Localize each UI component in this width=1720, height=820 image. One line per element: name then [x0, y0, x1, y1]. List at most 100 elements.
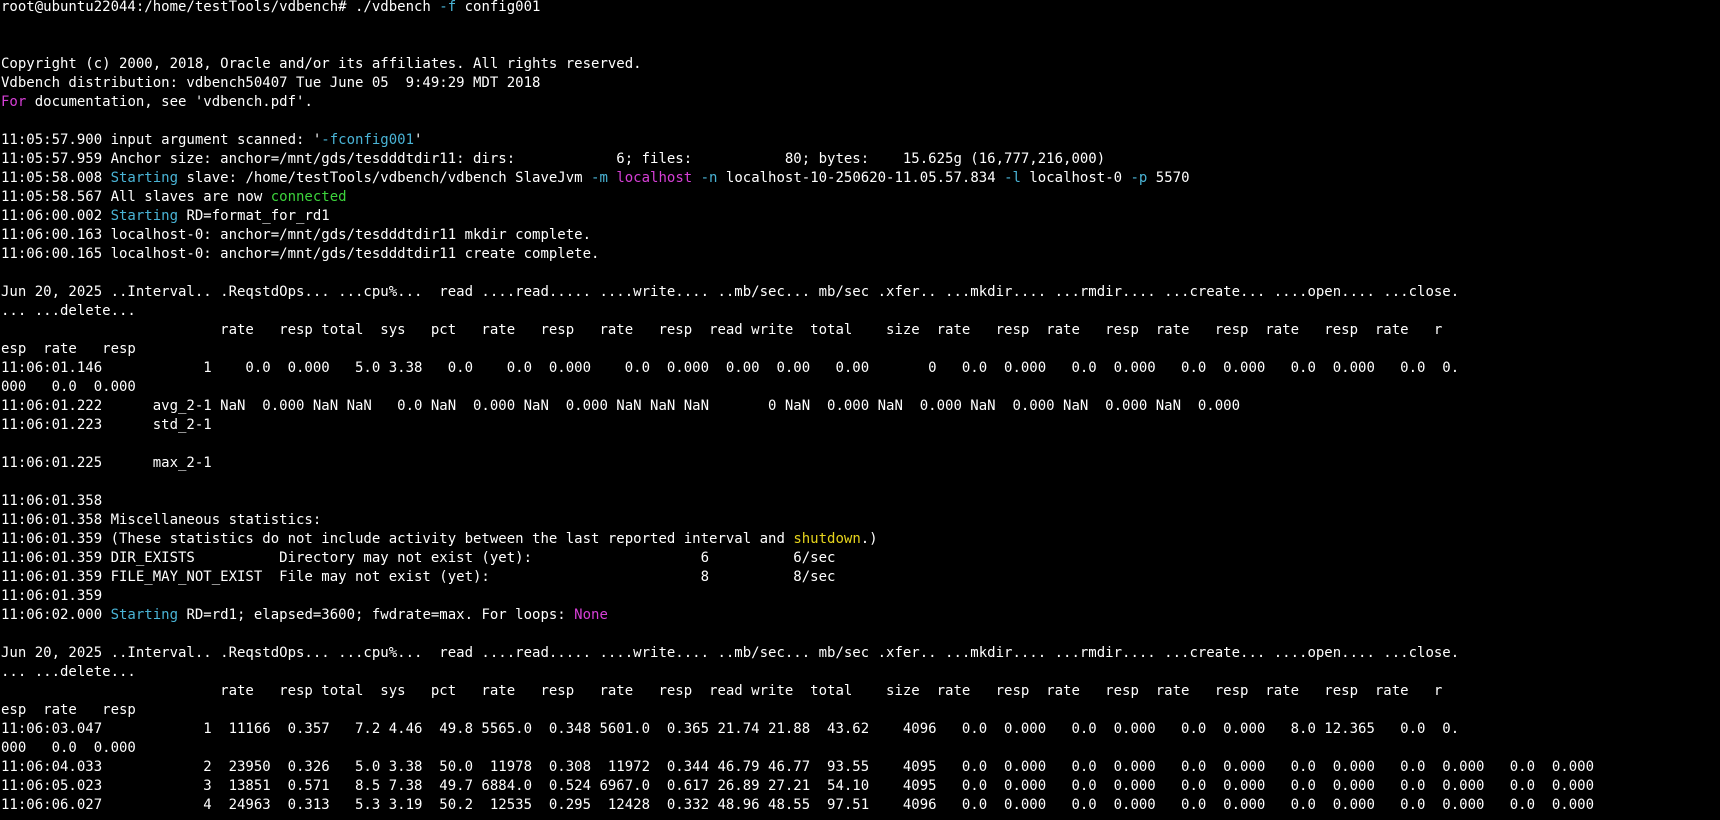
terminal-text-segment: documentation, see 'vdbench.pdf'.	[26, 94, 313, 110]
terminal-line: ... ...delete...	[1, 302, 1594, 321]
terminal-text-segment: 11:05:57.900 input argument scanned: '	[1, 132, 322, 148]
terminal-text-segment: 11:06:06.027 4 24963 0.313 5.3 3.19 50.2…	[1, 797, 1595, 813]
terminal-text-segment: 11:06:01.359 (These statistics do not in…	[1, 531, 794, 547]
terminal-line: Jun 20, 2025 ..Interval.. .ReqstdOps... …	[1, 644, 1594, 663]
terminal-line: root@ubuntu22044:/home/testTools/vdbench…	[1, 0, 1594, 17]
terminal-line: 11:06:04.033 2 23950 0.326 5.0 3.38 50.0…	[1, 758, 1594, 777]
terminal-text-segment: slave: /home/testTools/vdbench/vdbench S…	[178, 170, 592, 186]
terminal-text-segment: esp rate resp	[1, 702, 136, 718]
terminal-text-segment: -fconfig001	[321, 132, 415, 148]
terminal-text-segment: 000 0.0 0.000	[1, 379, 136, 395]
terminal-line: 11:06:01.225 max_2-1	[1, 454, 1594, 473]
terminal-line: 11:06:01.223 std_2-1	[1, 416, 1594, 435]
terminal-line: rate resp total sys pct rate resp rate r…	[1, 321, 1594, 340]
terminal-text-segment: root@ubuntu22044:/home/testTools/vdbench…	[1, 0, 440, 15]
terminal-line: 000 0.0 0.000	[1, 378, 1594, 397]
terminal-line: ... ...delete...	[1, 663, 1594, 682]
terminal-text-segment: shutdown	[793, 531, 861, 547]
terminal-text-segment: rate resp total sys pct rate resp rate r…	[1, 683, 1443, 699]
terminal-text-segment: esp rate resp	[1, 341, 136, 357]
terminal-line: 11:05:57.959 Anchor size: anchor=/mnt/gd…	[1, 150, 1594, 169]
terminal-text-segment: 11:06:01.358 Miscellaneous statistics:	[1, 512, 322, 528]
terminal-line: esp rate resp	[1, 340, 1594, 359]
terminal-text-segment: RD=format_for_rd1	[178, 208, 330, 224]
terminal-text-segment: 11:06:04.033 2 23950 0.326 5.0 3.38 50.0…	[1, 759, 1595, 775]
terminal-line: 11:06:01.359 (These statistics do not in…	[1, 530, 1594, 549]
terminal-text-segment: Jun 20, 2025 ..Interval.. .ReqstdOps... …	[1, 645, 1460, 661]
terminal-text-segment: 000 0.0 0.000	[1, 740, 136, 756]
terminal-line: 11:06:05.023 3 13851 0.571 8.5 7.38 49.7…	[1, 777, 1594, 796]
terminal-line: 11:05:58.008 Starting slave: /home/testT…	[1, 169, 1594, 188]
terminal-line: rate resp total sys pct rate resp rate r…	[1, 682, 1594, 701]
terminal-text-segment: Starting	[110, 170, 179, 186]
terminal-line: esp rate resp	[1, 701, 1594, 720]
terminal-line: 11:06:03.047 1 11166 0.357 7.2 4.46 49.8…	[1, 720, 1594, 739]
terminal-text-segment: config001	[456, 0, 541, 15]
terminal-line: Vdbench distribution: vdbench50407 Tue J…	[1, 74, 1594, 93]
terminal-text-segment: Copyright (c) 2000, 2018, Oracle and/or …	[1, 56, 642, 72]
terminal-text-segment: 11:05:58.567 All slaves are now	[1, 189, 271, 205]
terminal-text-segment: 11:05:58.008	[1, 170, 111, 186]
terminal-text-segment: 11:06:05.023 3 13851 0.571 8.5 7.38 49.7…	[1, 778, 1595, 794]
terminal-text-segment: 11:06:00.002	[1, 208, 111, 224]
terminal-text-segment: None	[574, 607, 608, 623]
terminal-text-segment: Vdbench distribution: vdbench50407 Tue J…	[1, 75, 541, 91]
terminal-text-segment: 11:06:01.225 max_2-1	[1, 455, 212, 471]
terminal-text-segment: For	[1, 94, 27, 110]
terminal-line: 11:06:00.165 localhost-0: anchor=/mnt/gd…	[1, 245, 1594, 264]
terminal-line: 000 0.0 0.000	[1, 739, 1594, 758]
terminal-text-segment: localhost-0	[1020, 170, 1131, 186]
terminal-text-segment: 5570	[1147, 170, 1190, 186]
terminal-line: 11:06:02.000 Starting RD=rd1; elapsed=36…	[1, 606, 1594, 625]
terminal-line: 11:05:58.567 All slaves are now connecte…	[1, 188, 1594, 207]
terminal-text-segment: Jun 20, 2025 ..Interval.. .ReqstdOps... …	[1, 284, 1460, 300]
terminal-line: 11:06:01.358	[1, 492, 1594, 511]
terminal-text-segment: RD=rd1; elapsed=3600; fwdrate=max. For l…	[178, 607, 575, 623]
terminal-line: 11:06:00.002 Starting RD=format_for_rd1	[1, 207, 1594, 226]
terminal-text-segment: '	[414, 132, 423, 148]
terminal-text-segment: 11:06:01.223 std_2-1	[1, 417, 212, 433]
terminal-text-segment: 11:06:01.358	[1, 493, 103, 509]
terminal-line: 11:06:01.222 avg_2-1 NaN 0.000 NaN NaN 0…	[1, 397, 1594, 416]
terminal-text-segment: rate resp total sys pct rate resp rate r…	[1, 322, 1443, 338]
terminal-text-segment: ... ...delete...	[1, 664, 136, 680]
terminal-text-segment: -m	[591, 170, 608, 186]
terminal-line: 11:06:01.146 1 0.0 0.000 5.0 3.38 0.0 0.…	[1, 359, 1594, 378]
terminal-text-segment: -f	[439, 0, 457, 15]
terminal-text-segment: ... ...delete...	[1, 303, 136, 319]
terminal-text-segment: -l	[1004, 170, 1021, 186]
terminal-text-segment: -n	[700, 170, 718, 186]
terminal-line: 11:06:01.359 FILE_MAY_NOT_EXIST File may…	[1, 568, 1594, 587]
terminal-line: Jun 20, 2025 ..Interval.. .ReqstdOps... …	[1, 283, 1594, 302]
terminal-line: 11:06:01.359 DIR_EXISTS Directory may no…	[1, 549, 1594, 568]
terminal-text-segment: Starting	[110, 208, 179, 224]
terminal-line: 11:06:01.359	[1, 587, 1594, 606]
terminal-window[interactable]: root@ubuntu22044:/home/testTools/vdbench…	[0, 0, 1720, 820]
terminal-text-segment: localhost	[616, 170, 693, 186]
terminal-text-segment: Starting	[110, 607, 179, 623]
terminal-text-segment: 11:06:01.359 FILE_MAY_NOT_EXIST File may…	[1, 569, 836, 585]
terminal-text-segment: 11:05:57.959 Anchor size: anchor=/mnt/gd…	[1, 151, 1106, 167]
terminal-line: Copyright (c) 2000, 2018, Oracle and/or …	[1, 55, 1594, 74]
terminal-text-segment: 11:06:02.000	[1, 607, 111, 623]
terminal-line: 11:06:00.163 localhost-0: anchor=/mnt/gd…	[1, 226, 1594, 245]
terminal-text-segment: connected	[270, 189, 347, 205]
terminal-text-segment: 11:06:00.165 localhost-0: anchor=/mnt/gd…	[1, 246, 600, 262]
terminal-line: 11:06:01.358 Miscellaneous statistics:	[1, 511, 1594, 530]
terminal-text-segment: 11:06:03.047 1 11166 0.357 7.2 4.46 49.8…	[1, 721, 1460, 737]
terminal-line: 11:05:57.900 input argument scanned: '-f…	[1, 131, 1594, 150]
terminal-text-segment: 11:06:01.359	[1, 588, 103, 604]
terminal-text-segment: localhost-10-250620-11.05.57.834	[717, 170, 1005, 186]
terminal-text-segment: 11:06:01.359 DIR_EXISTS Directory may no…	[1, 550, 836, 566]
terminal-text-segment: 11:06:00.163 localhost-0: anchor=/mnt/gd…	[1, 227, 592, 243]
terminal-line: For documentation, see 'vdbench.pdf'.	[1, 93, 1594, 112]
terminal-text-segment: 11:06:01.146 1 0.0 0.000 5.0 3.38 0.0 0.…	[1, 360, 1460, 376]
